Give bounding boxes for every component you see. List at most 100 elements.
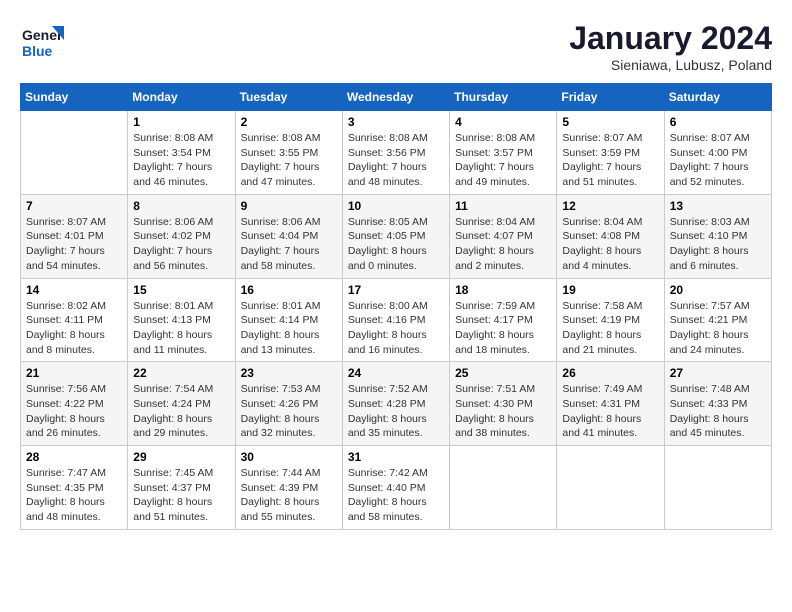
day-number: 15 — [133, 283, 229, 297]
weekday-header-sunday: Sunday — [21, 84, 128, 111]
day-number: 16 — [241, 283, 337, 297]
calendar-cell: 27 Sunrise: 7:48 AMSunset: 4:33 PMDaylig… — [664, 362, 771, 446]
day-info: Sunrise: 7:45 AMSunset: 4:37 PMDaylight:… — [133, 466, 229, 525]
day-info: Sunrise: 8:04 AMSunset: 4:08 PMDaylight:… — [562, 215, 658, 274]
calendar-cell: 10 Sunrise: 8:05 AMSunset: 4:05 PMDaylig… — [342, 194, 449, 278]
weekday-header-monday: Monday — [128, 84, 235, 111]
day-info: Sunrise: 7:49 AMSunset: 4:31 PMDaylight:… — [562, 382, 658, 441]
calendar-cell: 23 Sunrise: 7:53 AMSunset: 4:26 PMDaylig… — [235, 362, 342, 446]
weekday-header-thursday: Thursday — [450, 84, 557, 111]
day-number: 8 — [133, 199, 229, 213]
calendar-cell: 1 Sunrise: 8:08 AMSunset: 3:54 PMDayligh… — [128, 111, 235, 195]
day-number: 1 — [133, 115, 229, 129]
day-info: Sunrise: 7:42 AMSunset: 4:40 PMDaylight:… — [348, 466, 444, 525]
page-header: General Blue January 2024 Sieniawa, Lubu… — [20, 20, 772, 73]
day-number: 28 — [26, 450, 122, 464]
calendar-cell: 2 Sunrise: 8:08 AMSunset: 3:55 PMDayligh… — [235, 111, 342, 195]
day-number: 18 — [455, 283, 551, 297]
calendar-cell: 15 Sunrise: 8:01 AMSunset: 4:13 PMDaylig… — [128, 278, 235, 362]
day-info: Sunrise: 8:00 AMSunset: 4:16 PMDaylight:… — [348, 299, 444, 358]
weekday-header-tuesday: Tuesday — [235, 84, 342, 111]
day-info: Sunrise: 8:08 AMSunset: 3:54 PMDaylight:… — [133, 131, 229, 190]
logo: General Blue — [20, 20, 66, 69]
day-info: Sunrise: 7:54 AMSunset: 4:24 PMDaylight:… — [133, 382, 229, 441]
day-number: 3 — [348, 115, 444, 129]
calendar-cell: 29 Sunrise: 7:45 AMSunset: 4:37 PMDaylig… — [128, 446, 235, 530]
day-number: 29 — [133, 450, 229, 464]
day-info: Sunrise: 8:06 AMSunset: 4:04 PMDaylight:… — [241, 215, 337, 274]
calendar-cell: 16 Sunrise: 8:01 AMSunset: 4:14 PMDaylig… — [235, 278, 342, 362]
week-row-1: 1 Sunrise: 8:08 AMSunset: 3:54 PMDayligh… — [21, 111, 772, 195]
day-number: 9 — [241, 199, 337, 213]
calendar-cell: 9 Sunrise: 8:06 AMSunset: 4:04 PMDayligh… — [235, 194, 342, 278]
day-info: Sunrise: 7:59 AMSunset: 4:17 PMDaylight:… — [455, 299, 551, 358]
calendar-cell: 31 Sunrise: 7:42 AMSunset: 4:40 PMDaylig… — [342, 446, 449, 530]
calendar-cell: 19 Sunrise: 7:58 AMSunset: 4:19 PMDaylig… — [557, 278, 664, 362]
day-info: Sunrise: 8:08 AMSunset: 3:57 PMDaylight:… — [455, 131, 551, 190]
day-info: Sunrise: 8:07 AMSunset: 4:00 PMDaylight:… — [670, 131, 766, 190]
day-info: Sunrise: 8:03 AMSunset: 4:10 PMDaylight:… — [670, 215, 766, 274]
month-title: January 2024 — [569, 20, 772, 57]
day-number: 11 — [455, 199, 551, 213]
day-number: 13 — [670, 199, 766, 213]
week-row-5: 28 Sunrise: 7:47 AMSunset: 4:35 PMDaylig… — [21, 446, 772, 530]
day-info: Sunrise: 8:08 AMSunset: 3:55 PMDaylight:… — [241, 131, 337, 190]
day-info: Sunrise: 8:07 AMSunset: 3:59 PMDaylight:… — [562, 131, 658, 190]
calendar-cell: 4 Sunrise: 8:08 AMSunset: 3:57 PMDayligh… — [450, 111, 557, 195]
weekday-header-saturday: Saturday — [664, 84, 771, 111]
day-number: 12 — [562, 199, 658, 213]
day-info: Sunrise: 8:01 AMSunset: 4:13 PMDaylight:… — [133, 299, 229, 358]
day-info: Sunrise: 7:53 AMSunset: 4:26 PMDaylight:… — [241, 382, 337, 441]
day-info: Sunrise: 7:47 AMSunset: 4:35 PMDaylight:… — [26, 466, 122, 525]
day-number: 22 — [133, 366, 229, 380]
calendar-cell: 8 Sunrise: 8:06 AMSunset: 4:02 PMDayligh… — [128, 194, 235, 278]
location-subtitle: Sieniawa, Lubusz, Poland — [569, 57, 772, 73]
weekday-header-wednesday: Wednesday — [342, 84, 449, 111]
calendar-cell: 13 Sunrise: 8:03 AMSunset: 4:10 PMDaylig… — [664, 194, 771, 278]
calendar-table: SundayMondayTuesdayWednesdayThursdayFrid… — [20, 83, 772, 530]
calendar-cell: 18 Sunrise: 7:59 AMSunset: 4:17 PMDaylig… — [450, 278, 557, 362]
day-info: Sunrise: 7:44 AMSunset: 4:39 PMDaylight:… — [241, 466, 337, 525]
calendar-cell: 11 Sunrise: 8:04 AMSunset: 4:07 PMDaylig… — [450, 194, 557, 278]
calendar-cell: 30 Sunrise: 7:44 AMSunset: 4:39 PMDaylig… — [235, 446, 342, 530]
calendar-cell: 14 Sunrise: 8:02 AMSunset: 4:11 PMDaylig… — [21, 278, 128, 362]
calendar-cell: 17 Sunrise: 8:00 AMSunset: 4:16 PMDaylig… — [342, 278, 449, 362]
day-info: Sunrise: 8:05 AMSunset: 4:05 PMDaylight:… — [348, 215, 444, 274]
day-number: 5 — [562, 115, 658, 129]
day-number: 6 — [670, 115, 766, 129]
week-row-4: 21 Sunrise: 7:56 AMSunset: 4:22 PMDaylig… — [21, 362, 772, 446]
day-number: 21 — [26, 366, 122, 380]
day-info: Sunrise: 8:08 AMSunset: 3:56 PMDaylight:… — [348, 131, 444, 190]
weekday-header-friday: Friday — [557, 84, 664, 111]
calendar-cell: 5 Sunrise: 8:07 AMSunset: 3:59 PMDayligh… — [557, 111, 664, 195]
calendar-cell: 3 Sunrise: 8:08 AMSunset: 3:56 PMDayligh… — [342, 111, 449, 195]
day-number: 31 — [348, 450, 444, 464]
calendar-cell: 6 Sunrise: 8:07 AMSunset: 4:00 PMDayligh… — [664, 111, 771, 195]
day-info: Sunrise: 7:56 AMSunset: 4:22 PMDaylight:… — [26, 382, 122, 441]
day-info: Sunrise: 7:58 AMSunset: 4:19 PMDaylight:… — [562, 299, 658, 358]
title-block: January 2024 Sieniawa, Lubusz, Poland — [569, 20, 772, 73]
day-number: 7 — [26, 199, 122, 213]
day-number: 2 — [241, 115, 337, 129]
day-number: 30 — [241, 450, 337, 464]
day-info: Sunrise: 7:51 AMSunset: 4:30 PMDaylight:… — [455, 382, 551, 441]
day-number: 26 — [562, 366, 658, 380]
day-info: Sunrise: 8:07 AMSunset: 4:01 PMDaylight:… — [26, 215, 122, 274]
calendar-cell — [450, 446, 557, 530]
calendar-cell: 22 Sunrise: 7:54 AMSunset: 4:24 PMDaylig… — [128, 362, 235, 446]
day-number: 17 — [348, 283, 444, 297]
day-number: 27 — [670, 366, 766, 380]
calendar-cell: 25 Sunrise: 7:51 AMSunset: 4:30 PMDaylig… — [450, 362, 557, 446]
day-info: Sunrise: 8:06 AMSunset: 4:02 PMDaylight:… — [133, 215, 229, 274]
week-row-2: 7 Sunrise: 8:07 AMSunset: 4:01 PMDayligh… — [21, 194, 772, 278]
week-row-3: 14 Sunrise: 8:02 AMSunset: 4:11 PMDaylig… — [21, 278, 772, 362]
calendar-cell: 28 Sunrise: 7:47 AMSunset: 4:35 PMDaylig… — [21, 446, 128, 530]
day-number: 10 — [348, 199, 444, 213]
day-number: 23 — [241, 366, 337, 380]
calendar-cell — [557, 446, 664, 530]
day-info: Sunrise: 8:02 AMSunset: 4:11 PMDaylight:… — [26, 299, 122, 358]
day-info: Sunrise: 8:01 AMSunset: 4:14 PMDaylight:… — [241, 299, 337, 358]
logo-icon: General Blue — [20, 20, 64, 64]
day-info: Sunrise: 8:04 AMSunset: 4:07 PMDaylight:… — [455, 215, 551, 274]
calendar-cell — [21, 111, 128, 195]
